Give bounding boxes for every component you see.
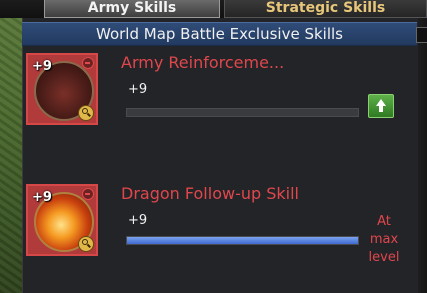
skill-icon-level: +9 xyxy=(32,190,52,205)
upgrade-button[interactable] xyxy=(368,94,394,118)
tab-strategic-skills[interactable]: Strategic Skills xyxy=(224,0,427,18)
skill-row-army-reinforcement: +9 Army Reinforceme... +9 xyxy=(22,47,417,159)
skill-progress-fill xyxy=(127,237,358,244)
skill-level: +9 xyxy=(128,213,148,228)
arrow-up-icon xyxy=(376,99,386,112)
minus-icon[interactable] xyxy=(82,188,94,200)
magnify-icon[interactable] xyxy=(78,236,94,252)
skill-row-dragon-follow-up: +9 Dragon Follow-up Skill +9 At max leve… xyxy=(22,178,417,290)
skill-level: +9 xyxy=(128,82,148,97)
skill-name: Dragon Follow-up Skill xyxy=(121,184,299,203)
skill-name: Army Reinforceme... xyxy=(121,53,285,72)
skill-progress-bar xyxy=(126,236,359,245)
map-background xyxy=(0,0,24,293)
skill-icon-level: +9 xyxy=(32,59,52,74)
max-level-label: At max level xyxy=(368,214,400,265)
skill-icon-frame[interactable]: +9 xyxy=(26,53,98,125)
section-header: World Map Battle Exclusive Skills xyxy=(22,22,427,46)
tab-bar: Army Skills Strategic Skills xyxy=(0,0,427,18)
skill-icon-frame[interactable]: +9 xyxy=(26,184,98,256)
header-info-button[interactable] xyxy=(416,27,427,43)
tab-army-skills[interactable]: Army Skills xyxy=(44,0,220,18)
skill-progress-bar xyxy=(126,108,359,117)
magnify-icon[interactable] xyxy=(78,105,94,121)
section-title: World Map Battle Exclusive Skills xyxy=(96,25,343,43)
minus-icon[interactable] xyxy=(82,57,94,69)
